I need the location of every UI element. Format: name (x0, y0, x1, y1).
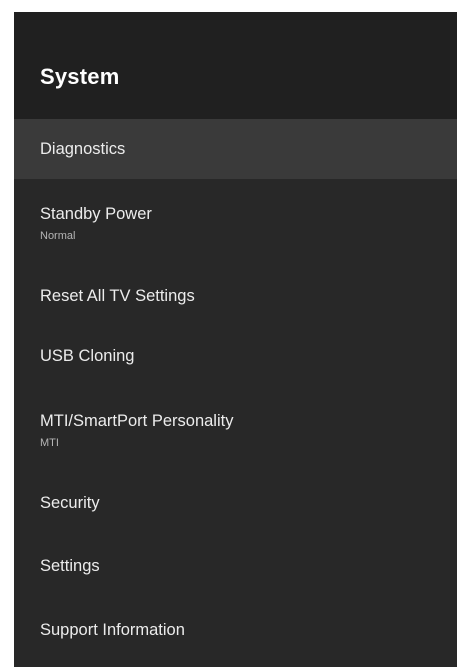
menu-item-label: USB Cloning (40, 347, 135, 365)
menu-item-label: Standby Power (40, 204, 152, 223)
menu-item-label: Security (40, 494, 100, 512)
menu-item-label: Support Information (40, 621, 185, 639)
menu-item-diagnostics[interactable]: Diagnostics (14, 119, 457, 179)
menu-item-label: Settings (40, 557, 100, 575)
menu-item-security[interactable]: Security (14, 473, 457, 533)
menu-item-label: Diagnostics (40, 140, 126, 158)
menu-item-settings[interactable]: Settings (14, 533, 457, 599)
page-title: System (40, 64, 120, 89)
system-settings-panel: System Diagnostics Standby Power Normal … (14, 12, 457, 667)
panel-header: System (14, 12, 457, 119)
menu-item-usb-cloning[interactable]: USB Cloning (14, 325, 457, 387)
menu-item-label: MTI/SmartPort Personality (40, 411, 234, 430)
menu-item-mti-smartport-personality[interactable]: MTI/SmartPort Personality MTI (14, 387, 457, 473)
menu-item-label: Reset All TV Settings (40, 287, 195, 305)
menu-item-support-information[interactable]: Support Information (14, 599, 457, 661)
menu-item-reset-all-tv-settings[interactable]: Reset All TV Settings (14, 267, 457, 325)
menu-item-value: MTI (40, 436, 59, 449)
menu-item-value: Normal (40, 229, 76, 242)
system-menu: Diagnostics Standby Power Normal Reset A… (14, 119, 457, 661)
menu-item-standby-power[interactable]: Standby Power Normal (14, 179, 457, 267)
